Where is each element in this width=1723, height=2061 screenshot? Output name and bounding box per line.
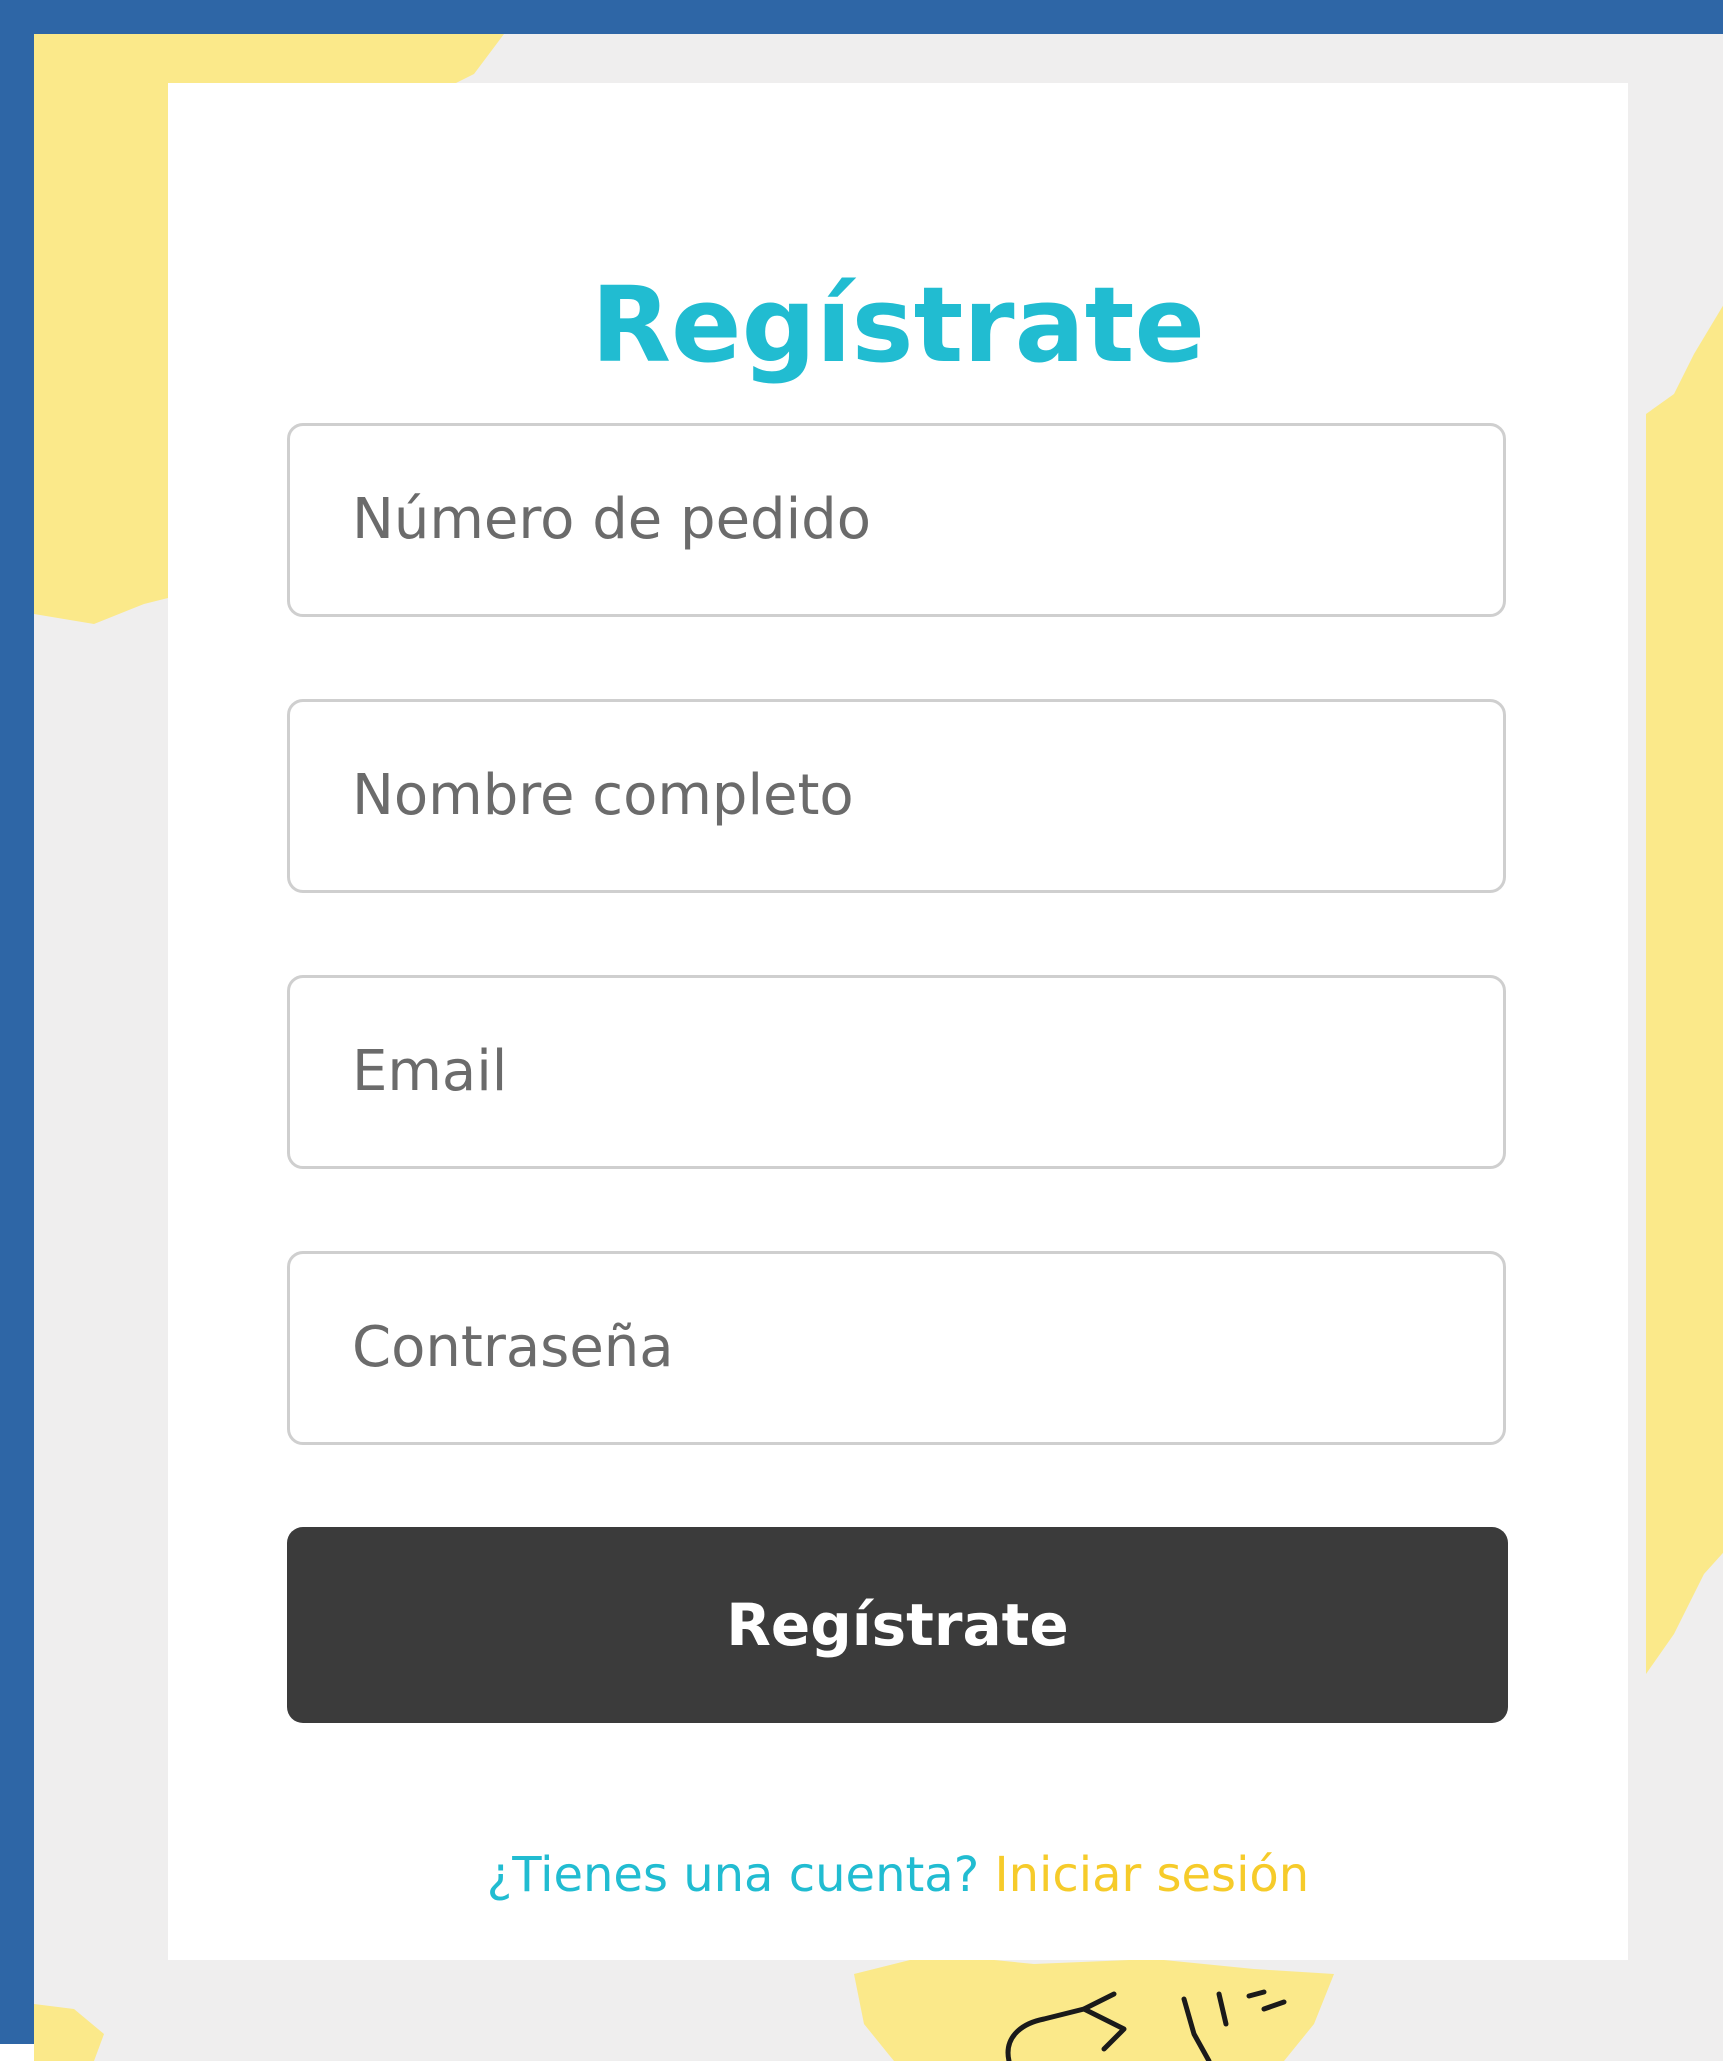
full-name-placeholder: Nombre completo (352, 763, 854, 828)
page-title: Regístrate (590, 264, 1206, 386)
full-name-field[interactable]: Nombre completo (287, 699, 1506, 893)
map-landmass-bottom-left (34, 2004, 104, 2061)
password-field[interactable]: Contraseña (287, 1251, 1506, 1445)
login-link[interactable]: Iniciar sesión (994, 1847, 1309, 1903)
register-card: Regístrate Número de pedido Nombre compl… (168, 83, 1628, 1960)
email-placeholder: Email (352, 1039, 508, 1104)
login-prompt-line: ¿Tienes una cuenta? Iniciar sesión (168, 1851, 1628, 1899)
map-landmass-right (1646, 305, 1723, 1674)
password-placeholder: Contraseña (352, 1315, 674, 1380)
order-number-placeholder: Número de pedido (352, 487, 871, 552)
order-number-field[interactable]: Número de pedido (287, 423, 1506, 617)
email-field[interactable]: Email (287, 975, 1506, 1169)
register-button[interactable]: Regístrate (287, 1527, 1508, 1723)
login-prompt-text: ¿Tienes una cuenta? (486, 1847, 980, 1903)
